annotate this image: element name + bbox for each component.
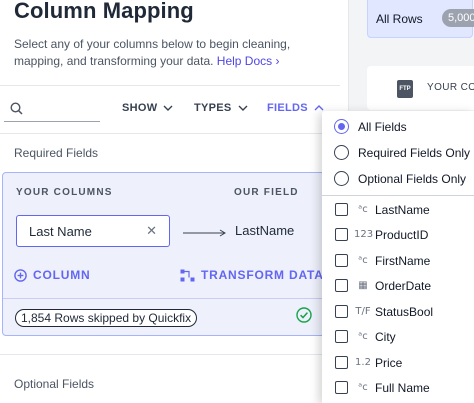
boolean-type-icon: T/F <box>355 306 371 317</box>
radio-all-fields[interactable]: All Fields <box>322 114 474 139</box>
row-count-badge: 5,000 <box>442 9 474 27</box>
radio-unselected-icon[interactable] <box>334 171 349 186</box>
column-mapping-panel: Column Mapping Select any of your column… <box>0 0 340 403</box>
toolbar-divider <box>0 85 340 86</box>
checkbox[interactable] <box>335 203 348 216</box>
checkbox[interactable] <box>335 254 348 267</box>
section-divider <box>0 133 340 134</box>
search-field[interactable] <box>4 96 100 122</box>
text-type-icon: ᵃc <box>358 331 368 342</box>
all-rows-tab[interactable]: All Rows 5,000 <box>367 0 474 38</box>
optional-fields-heading: Optional Fields <box>14 377 95 391</box>
number-type-icon: 123 <box>354 229 374 240</box>
checkbox[interactable] <box>335 381 348 394</box>
selected-column-value: Last Name <box>29 224 92 239</box>
fields-filter-button[interactable]: FIELDS <box>267 102 324 114</box>
show-filter-button[interactable]: SHOW <box>122 102 173 114</box>
field-name: Price <box>375 355 403 370</box>
page-title: Column Mapping <box>14 0 194 23</box>
required-fields-heading: Required Fields <box>14 146 99 160</box>
radio-unselected-icon[interactable] <box>334 145 349 160</box>
radio-required-only[interactable]: Required Fields Only <box>322 140 474 165</box>
checkbox[interactable] <box>335 330 348 343</box>
field-option[interactable]: ᵃc LastName <box>322 197 474 222</box>
field-name: LastName <box>375 202 430 217</box>
plus-circle-icon <box>14 268 27 282</box>
card-divider <box>3 298 331 299</box>
date-type-icon: ▦ <box>358 280 368 291</box>
field-name: StatusBool <box>375 304 434 319</box>
clear-icon[interactable]: ✕ <box>146 223 157 239</box>
dropdown-divider <box>322 195 474 196</box>
search-input[interactable] <box>28 98 96 118</box>
rows-skipped-badge: 1,854 Rows skipped by Quickfix <box>15 309 198 327</box>
your-columns-card[interactable]: FTP YOUR COLU <box>367 66 474 110</box>
page-description: Select any of your columns below to begi… <box>14 36 314 70</box>
fields-filter-label: FIELDS <box>267 102 308 114</box>
radio-selected-icon[interactable] <box>334 119 349 134</box>
types-filter-label: TYPES <box>194 102 232 114</box>
field-name: ProductID <box>375 227 429 242</box>
transform-data-button[interactable]: TRANSFORM DATA <box>180 268 324 282</box>
all-rows-label: All Rows <box>376 12 423 26</box>
section-divider <box>0 354 340 355</box>
checkbox[interactable] <box>335 356 348 369</box>
field-option[interactable]: T/F StatusBool <box>322 299 474 324</box>
search-icon <box>10 102 23 115</box>
field-name: FirstName <box>375 253 431 268</box>
our-field-header: OUR FIELD <box>234 187 299 198</box>
text-type-icon: ᵃc <box>358 382 368 393</box>
text-type-icon: ᵃc <box>358 255 368 266</box>
radio-label: All Fields <box>358 119 407 134</box>
types-filter-button[interactable]: TYPES <box>194 102 248 114</box>
show-filter-label: SHOW <box>122 102 158 114</box>
transform-data-label: TRANSFORM DATA <box>201 268 324 282</box>
help-docs-link[interactable]: Help Docs › <box>217 54 280 68</box>
field-option[interactable]: 1.2 Price <box>322 350 474 375</box>
decimal-type-icon: 1.2 <box>355 357 371 368</box>
field-name: Full Name <box>375 380 430 395</box>
transform-icon <box>180 269 195 281</box>
chevron-down-icon <box>163 105 173 111</box>
field-option[interactable]: ᵃc FirstName <box>322 248 474 273</box>
add-column-label: COLUMN <box>33 268 91 282</box>
radio-optional-only[interactable]: Optional Fields Only <box>322 166 474 191</box>
add-column-button[interactable]: COLUMN <box>14 268 90 282</box>
chevron-down-icon <box>238 105 248 111</box>
mapping-card: YOUR COLUMNS OUR FIELD Last Name ✕ LastN… <box>2 172 332 336</box>
field-option[interactable]: 123 ProductID <box>322 222 474 247</box>
checkbox[interactable] <box>335 279 348 292</box>
field-name: OrderDate <box>375 278 432 293</box>
chevron-up-icon <box>314 105 324 111</box>
your-columns-label: YOUR COLU <box>427 82 474 93</box>
field-option[interactable]: ᵃc Full Name <box>322 375 474 400</box>
arrow-right-icon <box>183 229 226 237</box>
check-circle-icon <box>296 307 312 323</box>
field-option[interactable]: ᵃc City <box>322 324 474 349</box>
fields-dropdown-menu: All Fields Required Fields Only Optional… <box>322 111 474 403</box>
field-option[interactable]: ▦ OrderDate <box>322 273 474 298</box>
file-icon: FTP <box>397 80 413 98</box>
radio-label: Required Fields Only <box>358 145 471 160</box>
your-columns-header: YOUR COLUMNS <box>16 187 113 198</box>
field-name: City <box>375 329 396 344</box>
checkbox[interactable] <box>335 305 348 318</box>
text-type-icon: ᵃc <box>358 204 368 215</box>
radio-label: Optional Fields Only <box>358 171 467 186</box>
column-select[interactable]: Last Name ✕ <box>16 215 170 247</box>
checkbox[interactable] <box>335 228 348 241</box>
mapped-field-name: LastName <box>235 223 295 238</box>
